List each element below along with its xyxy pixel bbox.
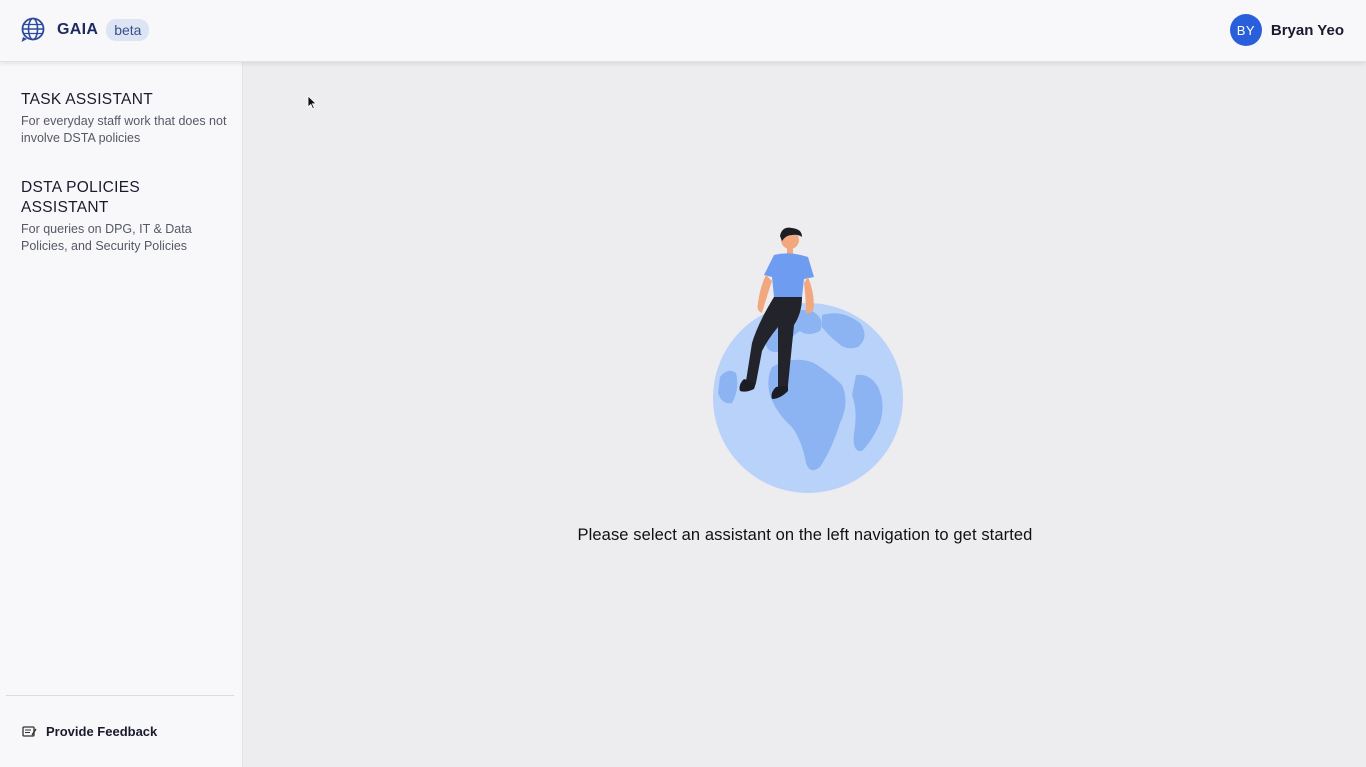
empty-state-prompt: Please select an assistant on the left n… — [577, 526, 1033, 544]
mouse-cursor-icon — [307, 95, 317, 110]
sidebar-divider — [6, 695, 234, 696]
avatar[interactable]: BY — [1229, 14, 1262, 46]
main-content: Please select an assistant on the left n… — [244, 62, 1366, 767]
app-name: GAIA — [57, 21, 99, 38]
feedback-icon — [22, 725, 37, 739]
beta-badge: beta — [106, 19, 150, 41]
sidebar-item-task-assistant[interactable]: TASK ASSISTANT For everyday staff work t… — [21, 90, 231, 147]
feedback-label: Provide Feedback — [46, 724, 158, 739]
sidebar-item-title: DSTA POLICIES ASSISTANT — [21, 179, 141, 216]
person-on-globe-illustration — [710, 227, 910, 497]
sidebar-item-title: TASK ASSISTANT — [21, 91, 153, 108]
brand[interactable]: GAIA beta — [20, 14, 150, 46]
provide-feedback-button[interactable]: Provide Feedback — [22, 724, 157, 739]
globe-chat-icon — [20, 17, 46, 43]
top-header: GAIA beta BY Bryan Yeo — [0, 0, 1366, 62]
user-name: Bryan Yeo — [1270, 21, 1344, 39]
sidebar-item-dsta-policies-assistant[interactable]: DSTA POLICIES ASSISTANT For queries on D… — [21, 178, 231, 255]
sidebar-item-description: For everyday staff work that does not in… — [21, 114, 227, 145]
sidebar-item-description: For queries on DPG, IT & Data Policies, … — [21, 222, 192, 253]
sidebar: TASK ASSISTANT For everyday staff work t… — [0, 62, 243, 767]
user-menu[interactable]: BY Bryan Yeo — [1229, 14, 1344, 46]
